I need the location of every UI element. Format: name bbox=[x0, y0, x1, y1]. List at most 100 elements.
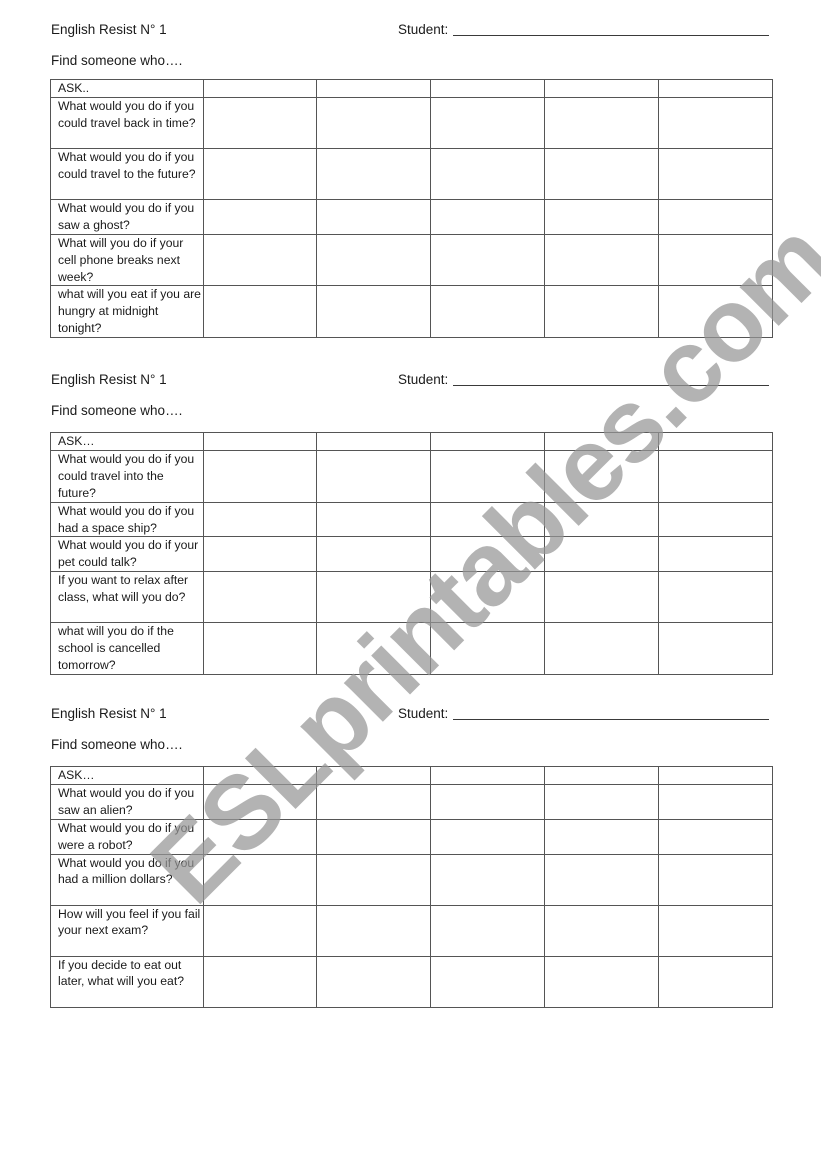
answer-cell[interactable] bbox=[544, 147, 660, 200]
answer-cell[interactable] bbox=[658, 766, 773, 785]
answer-cell[interactable] bbox=[316, 536, 432, 573]
answer-cell[interactable] bbox=[430, 853, 546, 906]
answer-cell[interactable] bbox=[658, 571, 773, 624]
answer-cell[interactable] bbox=[316, 818, 432, 855]
answer-cell[interactable] bbox=[544, 285, 660, 339]
answer-cell[interactable] bbox=[316, 501, 432, 538]
answer-cell[interactable] bbox=[430, 285, 546, 339]
answer-cell[interactable] bbox=[658, 79, 773, 98]
answer-cell[interactable] bbox=[544, 904, 660, 957]
answer-cell[interactable] bbox=[544, 432, 660, 451]
answer-cell[interactable] bbox=[658, 501, 773, 538]
table-row: What will you do if your cell phone brea… bbox=[50, 233, 773, 287]
answer-cell[interactable] bbox=[202, 622, 318, 675]
answer-cell[interactable] bbox=[544, 853, 660, 906]
answer-cell[interactable] bbox=[202, 818, 318, 855]
worksheet-subtitle: Find someone who…. bbox=[51, 403, 183, 418]
answer-cell[interactable] bbox=[544, 766, 660, 785]
answer-cell[interactable] bbox=[202, 536, 318, 573]
answer-cell[interactable] bbox=[430, 622, 546, 675]
answer-cell[interactable] bbox=[430, 783, 546, 820]
answer-cell[interactable] bbox=[316, 198, 432, 235]
answer-cell[interactable] bbox=[544, 233, 660, 287]
answer-cell[interactable] bbox=[658, 818, 773, 855]
answer-cell[interactable] bbox=[202, 432, 318, 451]
answer-cell[interactable] bbox=[316, 449, 432, 503]
answer-cell[interactable] bbox=[430, 571, 546, 624]
answer-cell[interactable] bbox=[316, 285, 432, 339]
question-cell: What would you do if you saw an alien? bbox=[50, 783, 204, 820]
answer-cell[interactable] bbox=[202, 96, 318, 149]
answer-cell[interactable] bbox=[658, 449, 773, 503]
answer-cell[interactable] bbox=[658, 147, 773, 200]
answer-cell[interactable] bbox=[544, 536, 660, 573]
answer-cell[interactable] bbox=[316, 955, 432, 1008]
student-name-blank[interactable] bbox=[453, 373, 770, 386]
question-cell: what will you do if the school is cancel… bbox=[50, 622, 204, 675]
answer-cell[interactable] bbox=[430, 766, 546, 785]
answer-cell[interactable] bbox=[202, 904, 318, 957]
answer-cell[interactable] bbox=[430, 536, 546, 573]
answer-cell[interactable] bbox=[544, 449, 660, 503]
answer-cell[interactable] bbox=[658, 536, 773, 573]
answer-cell[interactable] bbox=[544, 818, 660, 855]
answer-cell[interactable] bbox=[202, 79, 318, 98]
answer-cell[interactable] bbox=[430, 501, 546, 538]
answer-cell[interactable] bbox=[202, 766, 318, 785]
answer-cell[interactable] bbox=[202, 285, 318, 339]
answer-cell[interactable] bbox=[202, 501, 318, 538]
answer-cell[interactable] bbox=[316, 96, 432, 149]
answer-cell[interactable] bbox=[202, 449, 318, 503]
answer-cell[interactable] bbox=[658, 432, 773, 451]
answer-cell[interactable] bbox=[430, 147, 546, 200]
answer-cell[interactable] bbox=[316, 432, 432, 451]
answer-cell[interactable] bbox=[658, 233, 773, 287]
answer-cell[interactable] bbox=[202, 571, 318, 624]
answer-cell[interactable] bbox=[658, 198, 773, 235]
answer-cell[interactable] bbox=[658, 783, 773, 820]
answer-cell[interactable] bbox=[658, 285, 773, 339]
answer-cell[interactable] bbox=[658, 853, 773, 906]
answer-cell[interactable] bbox=[316, 233, 432, 287]
answer-cell[interactable] bbox=[544, 955, 660, 1008]
answer-cell[interactable] bbox=[430, 233, 546, 287]
answer-cell[interactable] bbox=[430, 904, 546, 957]
student-name-blank[interactable] bbox=[453, 23, 770, 36]
answer-cell[interactable] bbox=[316, 904, 432, 957]
answer-cell[interactable] bbox=[658, 904, 773, 957]
answer-cell[interactable] bbox=[544, 622, 660, 675]
answer-cell[interactable] bbox=[316, 766, 432, 785]
answer-cell[interactable] bbox=[544, 783, 660, 820]
student-name-blank[interactable] bbox=[453, 707, 770, 720]
answer-cell[interactable] bbox=[658, 622, 773, 675]
answer-cell[interactable] bbox=[430, 96, 546, 149]
answer-cell[interactable] bbox=[430, 198, 546, 235]
answer-cell[interactable] bbox=[430, 79, 546, 98]
answer-cell[interactable] bbox=[202, 233, 318, 287]
answer-cell[interactable] bbox=[430, 449, 546, 503]
answer-cell[interactable] bbox=[544, 96, 660, 149]
answer-cell[interactable] bbox=[658, 96, 773, 149]
answer-cell[interactable] bbox=[316, 147, 432, 200]
answer-cell[interactable] bbox=[202, 198, 318, 235]
table-row: What would you do if you had a million d… bbox=[50, 853, 773, 906]
table-row: What would you do if your pet could talk… bbox=[50, 536, 773, 573]
answer-cell[interactable] bbox=[316, 622, 432, 675]
answer-cell[interactable] bbox=[316, 853, 432, 906]
answer-cell[interactable] bbox=[544, 571, 660, 624]
answer-cell[interactable] bbox=[658, 955, 773, 1008]
answer-cell[interactable] bbox=[430, 432, 546, 451]
answer-cell[interactable] bbox=[544, 198, 660, 235]
answer-cell[interactable] bbox=[316, 783, 432, 820]
answer-cell[interactable] bbox=[430, 955, 546, 1008]
answer-cell[interactable] bbox=[202, 783, 318, 820]
answer-cell[interactable] bbox=[430, 818, 546, 855]
answer-cell[interactable] bbox=[544, 501, 660, 538]
answer-cell[interactable] bbox=[202, 853, 318, 906]
table-row: What would you do if you were a robot? bbox=[50, 818, 773, 855]
answer-cell[interactable] bbox=[202, 147, 318, 200]
answer-cell[interactable] bbox=[316, 571, 432, 624]
answer-cell[interactable] bbox=[316, 79, 432, 98]
answer-cell[interactable] bbox=[544, 79, 660, 98]
answer-cell[interactable] bbox=[202, 955, 318, 1008]
